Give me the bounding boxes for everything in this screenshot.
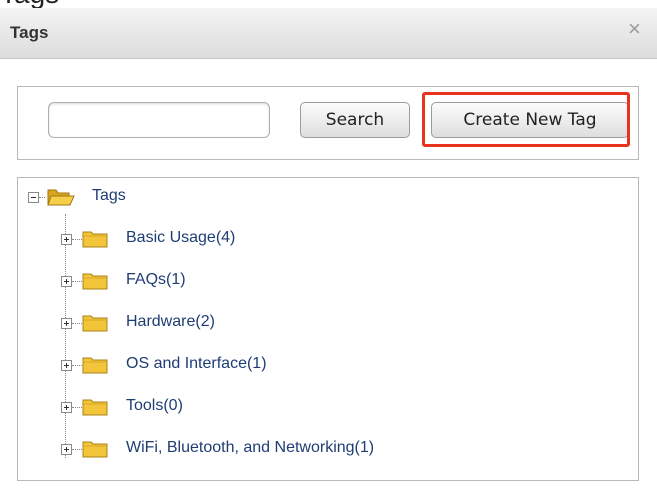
plus-expander-icon[interactable]: [61, 402, 72, 413]
tree-connector: [72, 407, 82, 408]
tree-item-label[interactable]: Hardware(2): [126, 313, 215, 331]
plus-expander-icon[interactable]: [61, 444, 72, 455]
tree-item-label[interactable]: WiFi, Bluetooth, and Networking(1): [126, 439, 374, 457]
folder-icon: [82, 399, 108, 416]
tree-item[interactable]: Basic Usage(4): [18, 229, 638, 253]
folder-icon: [82, 357, 108, 374]
dialog-titlebar: Tags ×: [0, 8, 657, 59]
tree-connector: [72, 365, 82, 366]
create-new-tag-button[interactable]: Create New Tag: [431, 102, 629, 138]
tree-connector: [72, 323, 82, 324]
plus-expander-icon[interactable]: [61, 276, 72, 287]
folder-icon: [82, 231, 108, 248]
tree-connector: [72, 449, 82, 450]
tree-item-label[interactable]: OS and Interface(1): [126, 355, 267, 373]
dialog-title: Tags: [10, 23, 49, 42]
tag-tree: Tags Basic Usage(4) FAQs(1) Hardware(2) OS …: [17, 177, 639, 481]
tree-item[interactable]: OS and Interface(1): [18, 355, 638, 379]
tree-item-label[interactable]: Basic Usage(4): [126, 229, 235, 247]
tree-item[interactable]: WiFi, Bluetooth, and Networking(1): [18, 439, 638, 463]
search-input[interactable]: [48, 102, 270, 138]
tree-root-label[interactable]: Tags: [92, 187, 126, 205]
tree-item-label[interactable]: FAQs(1): [126, 271, 186, 289]
plus-expander-icon[interactable]: [61, 234, 72, 245]
folder-open-icon: [47, 189, 75, 206]
folder-icon: [82, 273, 108, 290]
tree-connector: [72, 281, 82, 282]
plus-expander-icon[interactable]: [61, 360, 72, 371]
tree-item[interactable]: FAQs(1): [18, 271, 638, 295]
tree-item[interactable]: Tools(0): [18, 397, 638, 421]
minus-expander-icon[interactable]: [28, 192, 39, 203]
tags-dialog: Tags × Search Create New Tag Tags Basic …: [0, 0, 657, 488]
tree-item-label[interactable]: Tools(0): [126, 397, 183, 415]
tree-root[interactable]: Tags: [18, 187, 638, 211]
close-icon[interactable]: ×: [628, 18, 641, 40]
search-button[interactable]: Search: [300, 102, 410, 138]
plus-expander-icon[interactable]: [61, 318, 72, 329]
folder-icon: [82, 315, 108, 332]
tree-connector: [39, 197, 45, 198]
tree-connector: [72, 239, 82, 240]
search-panel: Search Create New Tag: [17, 86, 639, 160]
tree-item[interactable]: Hardware(2): [18, 313, 638, 337]
folder-icon: [82, 441, 108, 458]
